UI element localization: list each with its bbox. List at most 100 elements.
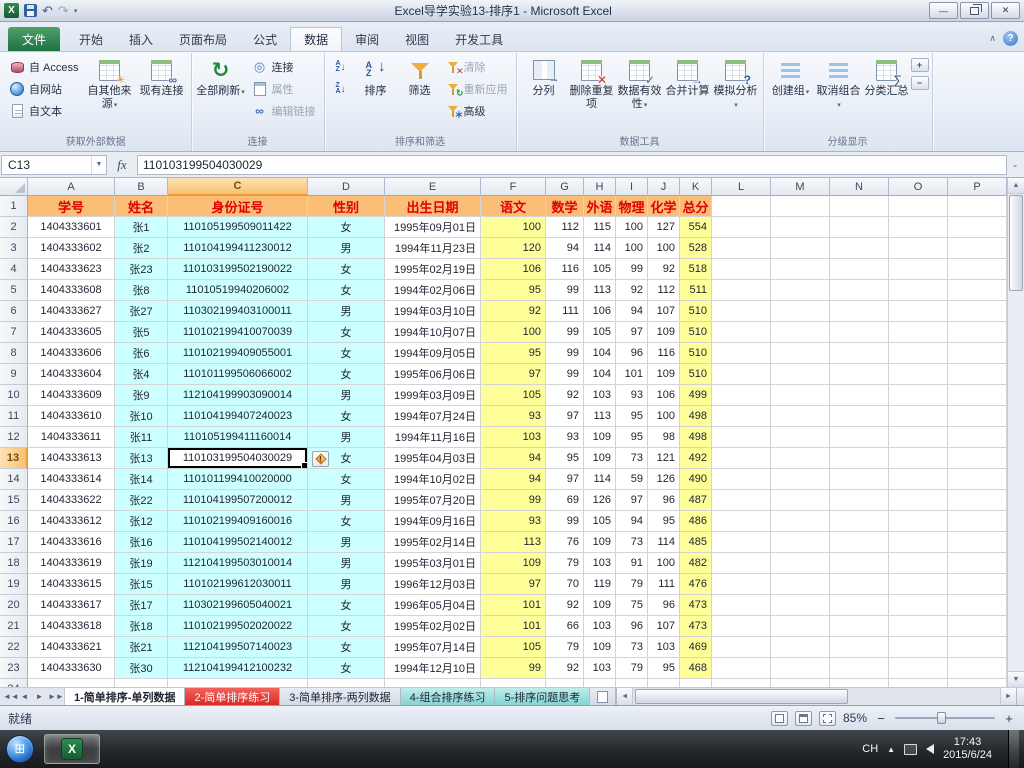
cell-G12[interactable]: 93 xyxy=(546,427,584,448)
cell-G23[interactable]: 92 xyxy=(546,658,584,679)
cell-E14[interactable]: 1994年10月02日 xyxy=(385,469,481,490)
cell-P6[interactable] xyxy=(948,301,1007,322)
refresh-all-button[interactable]: 全部刷新▾ xyxy=(195,54,247,136)
cell-I16[interactable]: 94 xyxy=(616,511,648,532)
help-icon[interactable]: ? xyxy=(1003,31,1018,46)
cell-H11[interactable]: 113 xyxy=(584,406,616,427)
cell-M22[interactable] xyxy=(771,637,830,658)
cell-C6[interactable]: 110302199403100011 xyxy=(168,301,308,322)
name-box-dropdown-icon[interactable]: ▼ xyxy=(91,155,106,174)
ribbon-tab-home[interactable]: 开始 xyxy=(66,27,116,51)
cell-N21[interactable] xyxy=(830,616,889,637)
cell-M1[interactable] xyxy=(771,196,830,217)
cell-C17[interactable]: 110104199502140012 xyxy=(168,532,308,553)
cell-L17[interactable] xyxy=(712,532,771,553)
sort-descending-button[interactable] xyxy=(328,78,354,100)
cell-L8[interactable] xyxy=(712,343,771,364)
formula-input[interactable]: 110103199504030029 xyxy=(137,154,1007,175)
zoom-out-button[interactable]: − xyxy=(874,711,888,726)
cell-L4[interactable] xyxy=(712,259,771,280)
row-header-8[interactable]: 8 xyxy=(0,343,28,364)
cell-D21[interactable]: 女 xyxy=(308,616,385,637)
cell-K13[interactable]: 492 xyxy=(680,448,712,469)
ribbon-tab-view[interactable]: 视图 xyxy=(392,27,442,51)
cell-B23[interactable]: 张30 xyxy=(115,658,168,679)
cell-P1[interactable] xyxy=(948,196,1007,217)
cell-F8[interactable]: 95 xyxy=(481,343,546,364)
cell-J17[interactable]: 114 xyxy=(648,532,680,553)
cell-D10[interactable]: 男 xyxy=(308,385,385,406)
cell-P24[interactable] xyxy=(948,679,1007,687)
sheet-tab-4[interactable]: 4-组合排序练习 xyxy=(400,688,496,705)
cell-F14[interactable]: 94 xyxy=(481,469,546,490)
cell-E8[interactable]: 1994年09月05日 xyxy=(385,343,481,364)
cell-K9[interactable]: 510 xyxy=(680,364,712,385)
cell-C22[interactable]: 112104199507140023 xyxy=(168,637,308,658)
cell-D18[interactable]: 男 xyxy=(308,553,385,574)
cell-P3[interactable] xyxy=(948,238,1007,259)
file-tab[interactable]: 文件 xyxy=(8,27,61,51)
cell-C8[interactable]: 110102199409055001 xyxy=(168,343,308,364)
cell-D7[interactable]: 女 xyxy=(308,322,385,343)
cell-I6[interactable]: 94 xyxy=(616,301,648,322)
zoom-slider[interactable] xyxy=(895,712,995,724)
cell-B20[interactable]: 张17 xyxy=(115,595,168,616)
cell-J6[interactable]: 107 xyxy=(648,301,680,322)
cell-I3[interactable]: 100 xyxy=(616,238,648,259)
row-header-2[interactable]: 2 xyxy=(0,217,28,238)
column-header-I[interactable]: I xyxy=(616,178,648,196)
cell-C4[interactable]: 110103199502190022 xyxy=(168,259,308,280)
cell-F1[interactable]: 语文 xyxy=(481,196,546,217)
data-validation-button[interactable]: 数据有效性▾ xyxy=(616,54,664,136)
cell-F3[interactable]: 120 xyxy=(481,238,546,259)
cell-F22[interactable]: 105 xyxy=(481,637,546,658)
cell-C10[interactable]: 112104199903090014 xyxy=(168,385,308,406)
cell-I4[interactable]: 99 xyxy=(616,259,648,280)
next-sheet-button[interactable]: ► xyxy=(33,692,46,701)
horizontal-scroll-thumb[interactable] xyxy=(635,689,848,704)
cell-L9[interactable] xyxy=(712,364,771,385)
cell-A12[interactable]: 1404333611 xyxy=(28,427,115,448)
cell-O1[interactable] xyxy=(889,196,948,217)
cell-O9[interactable] xyxy=(889,364,948,385)
cell-A11[interactable]: 1404333610 xyxy=(28,406,115,427)
cell-D23[interactable]: 女 xyxy=(308,658,385,679)
scroll-down-button[interactable]: ▼ xyxy=(1008,671,1024,687)
column-header-C[interactable]: C xyxy=(168,178,308,196)
cell-C5[interactable]: 11010519940206002 xyxy=(168,280,308,301)
cell-D22[interactable]: 女 xyxy=(308,637,385,658)
cell-L21[interactable] xyxy=(712,616,771,637)
show-detail-button[interactable]: + xyxy=(910,58,929,72)
cell-M14[interactable] xyxy=(771,469,830,490)
cell-C2[interactable]: 110105199509011422 xyxy=(168,217,308,238)
cell-G9[interactable]: 99 xyxy=(546,364,584,385)
cell-H19[interactable]: 119 xyxy=(584,574,616,595)
normal-view-button[interactable] xyxy=(770,710,788,726)
cell-N11[interactable] xyxy=(830,406,889,427)
cell-I21[interactable]: 96 xyxy=(616,616,648,637)
cell-J8[interactable]: 116 xyxy=(648,343,680,364)
consolidate-button[interactable]: 合并计算 xyxy=(664,54,712,136)
cell-C3[interactable]: 110104199411230012 xyxy=(168,238,308,259)
error-checking-button[interactable] xyxy=(312,451,329,467)
cell-E6[interactable]: 1994年03月10日 xyxy=(385,301,481,322)
cell-O11[interactable] xyxy=(889,406,948,427)
cell-D19[interactable]: 男 xyxy=(308,574,385,595)
cell-L13[interactable] xyxy=(712,448,771,469)
cell-M13[interactable] xyxy=(771,448,830,469)
cell-N16[interactable] xyxy=(830,511,889,532)
network-icon[interactable] xyxy=(904,743,918,755)
ribbon-tab-formulas[interactable]: 公式 xyxy=(240,27,290,51)
cell-E18[interactable]: 1995年03月01日 xyxy=(385,553,481,574)
cell-H13[interactable]: 109 xyxy=(584,448,616,469)
scroll-up-button[interactable]: ▲ xyxy=(1008,178,1024,194)
cell-B3[interactable]: 张2 xyxy=(115,238,168,259)
horizontal-scroll-track[interactable] xyxy=(633,688,1000,705)
row-header-14[interactable]: 14 xyxy=(0,469,28,490)
cell-D11[interactable]: 女 xyxy=(308,406,385,427)
cell-L3[interactable] xyxy=(712,238,771,259)
first-sheet-button[interactable]: ◄◄ xyxy=(3,692,19,701)
cell-B19[interactable]: 张15 xyxy=(115,574,168,595)
cell-K2[interactable]: 554 xyxy=(680,217,712,238)
cell-N9[interactable] xyxy=(830,364,889,385)
